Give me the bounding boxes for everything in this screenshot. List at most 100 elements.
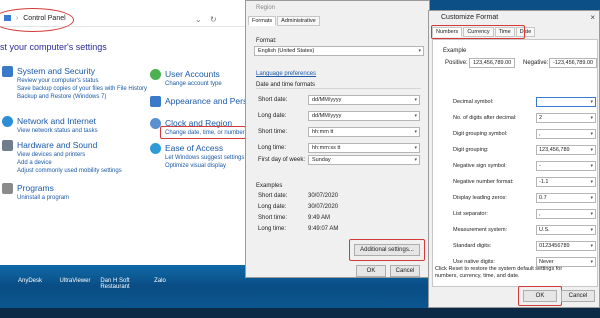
row-value: , [539, 131, 541, 137]
category-title[interactable]: Programs [17, 183, 54, 193]
digit-grouping-select[interactable]: 123,456,789 ▾ [536, 145, 596, 155]
field-label: Short time: [258, 129, 288, 135]
negative-sign-select[interactable]: - ▾ [536, 161, 596, 171]
row-value: , [539, 211, 541, 217]
tab-formats[interactable]: Formats [248, 16, 277, 26]
field-label: Short date: [258, 97, 288, 103]
category-link[interactable]: View devices and printers [17, 152, 85, 158]
row-label: Measurement system: [453, 227, 508, 233]
category-title[interactable]: Network and Internet [17, 116, 96, 126]
chevron-down-icon: ▾ [590, 147, 593, 153]
row-value: 0123456789 [539, 243, 570, 249]
field-value: hh:mm:ss tt [312, 145, 341, 151]
row-value: Never [539, 259, 554, 265]
chevron-down-icon: ▾ [590, 227, 593, 233]
chevron-down-icon: ▾ [590, 211, 593, 217]
chevron-down-icon: ▾ [590, 243, 593, 249]
list-separator-select[interactable]: , ▾ [536, 209, 596, 219]
chevron-down-icon: ▾ [414, 113, 417, 119]
digits-after-decimal-select[interactable]: 2 ▾ [536, 113, 596, 123]
highlight-oval [0, 8, 74, 32]
row-value: 123,456,789 [539, 147, 570, 153]
category-title[interactable]: Ease of Access [165, 143, 223, 153]
desktop-icons: AnyDesk UltraViewer Dan H Soft Restauran… [0, 278, 300, 308]
short-time-select[interactable]: hh:mm tt ▾ [308, 127, 420, 137]
highlight-box [349, 239, 425, 261]
chevron-down-icon: ▾ [590, 195, 593, 201]
format-value: English (United States) [258, 48, 315, 54]
display-icon [150, 96, 161, 107]
negative-number-format-select[interactable]: -1.1 ▾ [536, 177, 596, 187]
digit-grouping-symbol-select[interactable]: , ▾ [536, 129, 596, 139]
standard-digits-select[interactable]: 0123456789 ▾ [536, 241, 596, 251]
example-label: Long time: [258, 226, 287, 232]
close-icon[interactable]: × [590, 13, 595, 22]
category-link[interactable]: Let Windows suggest settings [165, 155, 244, 161]
reset-note: Click Reset to restore the system defaul… [435, 266, 563, 279]
field-label: Long date: [258, 113, 287, 119]
category-title[interactable]: System and Security [17, 66, 95, 76]
chevron-down-icon: ▾ [590, 131, 593, 137]
category-link[interactable]: Uninstall a program [17, 195, 69, 201]
category-link[interactable]: Add a device [17, 160, 52, 166]
positive-example-field: 123,456,789.00 [469, 58, 515, 68]
category-link[interactable]: Adjust commonly used mobility settings [17, 168, 122, 174]
desktop-icon-label: Zalo [154, 278, 166, 284]
dialog-title: Region [256, 5, 276, 11]
cancel-button[interactable]: Cancel [561, 290, 595, 302]
chevron-down-icon: ▾ [414, 129, 417, 135]
leading-zeros-select[interactable]: 0.7 ▾ [536, 193, 596, 203]
example-label: Short date: [258, 193, 288, 199]
row-label: Decimal symbol: [453, 99, 494, 105]
category-title[interactable]: Hardware and Sound [17, 140, 97, 150]
category-title[interactable]: User Accounts [165, 69, 220, 79]
divider [256, 88, 421, 89]
users-icon [150, 69, 161, 80]
desktop-icon-zalo[interactable]: Zalo [130, 278, 190, 284]
short-date-select[interactable]: dd/MM/yyyy ▾ [308, 95, 420, 105]
chevron-down-icon: ▾ [414, 145, 417, 151]
first-day-select[interactable]: Sunday ▾ [308, 155, 420, 165]
field-label: First day of week: [258, 157, 306, 163]
row-label: Use native digits: [453, 259, 495, 265]
refresh-icon[interactable]: ↻ [210, 15, 217, 24]
chevron-down-icon: ▾ [414, 97, 417, 103]
long-date-select[interactable]: dd/MM/yyyy ▾ [308, 111, 420, 121]
customize-format-dialog: Customize Format × Numbers Currency Time Da… [428, 10, 600, 308]
row-label: Digit grouping symbol: [453, 131, 508, 137]
row-label: List separator: [453, 211, 488, 217]
example-label: Long date: [258, 204, 287, 210]
accessibility-icon [150, 143, 161, 154]
row-label: Standard digits: [453, 243, 492, 249]
row-value: U.S. [539, 227, 550, 233]
category-link[interactable]: Review your computer's status [17, 78, 99, 84]
control-panel-window: › Control Panel ⌄ ↻ st your computer's s… [0, 0, 261, 265]
category-link[interactable]: Change account type [165, 81, 222, 87]
category-link[interactable]: View network status and tasks [17, 128, 98, 134]
globe-icon [2, 116, 13, 127]
date-time-heading: Date and time formats [256, 82, 316, 88]
measurement-system-select[interactable]: U.S. ▾ [536, 225, 596, 235]
programs-icon [2, 183, 13, 194]
category-link[interactable]: Backup and Restore (Windows 7) [17, 94, 106, 100]
long-time-select[interactable]: hh:mm:ss tt ▾ [308, 143, 420, 153]
cancel-button[interactable]: Cancel [390, 265, 420, 277]
row-value: -1.1 [539, 179, 549, 185]
category-link[interactable]: Optimize visual display [165, 163, 226, 169]
language-preferences-link[interactable]: Language preferences [256, 71, 316, 77]
examples-heading: Examples [256, 183, 283, 189]
tab-administrative[interactable]: Administrative [277, 16, 320, 26]
field-value: Sunday [312, 157, 331, 163]
field-value: dd/MM/yyyy [312, 113, 342, 119]
chevron-down-icon[interactable]: ⌄ [195, 15, 202, 24]
format-select[interactable]: English (United States) ▾ [254, 46, 424, 56]
ok-button[interactable]: OK [356, 265, 386, 277]
field-value: dd/MM/yyyy [312, 97, 342, 103]
category-link[interactable]: Save backup copies of your files with Fi… [17, 86, 147, 92]
row-label: Negative number format: [453, 179, 514, 185]
desktop-icon-label: Dan H Soft Restaurant [100, 278, 130, 290]
printer-icon [2, 140, 13, 151]
decimal-symbol-input[interactable]: ▾ [536, 97, 596, 107]
highlight-box [160, 126, 246, 139]
example-value: 9:49 AM [308, 215, 331, 221]
